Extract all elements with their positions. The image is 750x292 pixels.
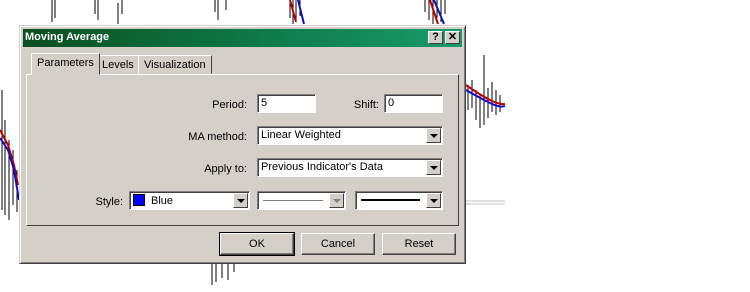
shift-label: Shift:	[353, 99, 379, 111]
line-width-select[interactable]	[355, 191, 443, 210]
color-swatch	[133, 194, 145, 206]
close-button[interactable]: ✕	[445, 31, 460, 44]
style-label: Style:	[95, 196, 123, 208]
ma-method-value: Linear Weighted	[261, 129, 341, 141]
period-label: Period:	[212, 99, 247, 111]
moving-average-dialog: Moving Average ? ✕ Parameters Levels Vis…	[19, 25, 466, 264]
chevron-down-icon[interactable]	[426, 193, 441, 208]
line-width-sample	[361, 199, 420, 201]
chevron-down-icon[interactable]	[426, 128, 441, 143]
apply-to-value: Previous Indicator's Data	[261, 161, 383, 173]
tab-levels[interactable]: Levels	[96, 55, 140, 74]
chevron-down-icon[interactable]	[233, 193, 248, 208]
period-input[interactable]: 5	[257, 94, 316, 113]
chevron-down-icon[interactable]	[426, 160, 441, 175]
cancel-button[interactable]: Cancel	[301, 233, 375, 255]
apply-to-select[interactable]: Previous Indicator's Data	[257, 158, 443, 177]
parameters-panel: Period: 5 Shift: 0 MA method: Linear Wei…	[26, 74, 459, 226]
shift-input[interactable]: 0	[384, 94, 443, 113]
apply-to-label: Apply to:	[204, 163, 247, 175]
chevron-down-icon	[329, 193, 344, 208]
ma-method-select[interactable]: Linear Weighted	[257, 126, 443, 145]
help-button[interactable]: ?	[428, 31, 443, 44]
line-style-select	[257, 191, 346, 210]
color-value: Blue	[151, 195, 174, 207]
line-style-sample	[263, 200, 323, 201]
tab-parameters[interactable]: Parameters	[31, 53, 100, 75]
ok-button[interactable]: OK	[219, 232, 295, 256]
dialog-title: Moving Average	[25, 31, 110, 43]
color-select[interactable]: Blue	[129, 191, 250, 210]
title-bar[interactable]: Moving Average ? ✕	[23, 29, 462, 47]
tab-visualization[interactable]: Visualization	[138, 55, 212, 74]
reset-button[interactable]: Reset	[382, 233, 456, 255]
ma-method-label: MA method:	[188, 131, 247, 143]
